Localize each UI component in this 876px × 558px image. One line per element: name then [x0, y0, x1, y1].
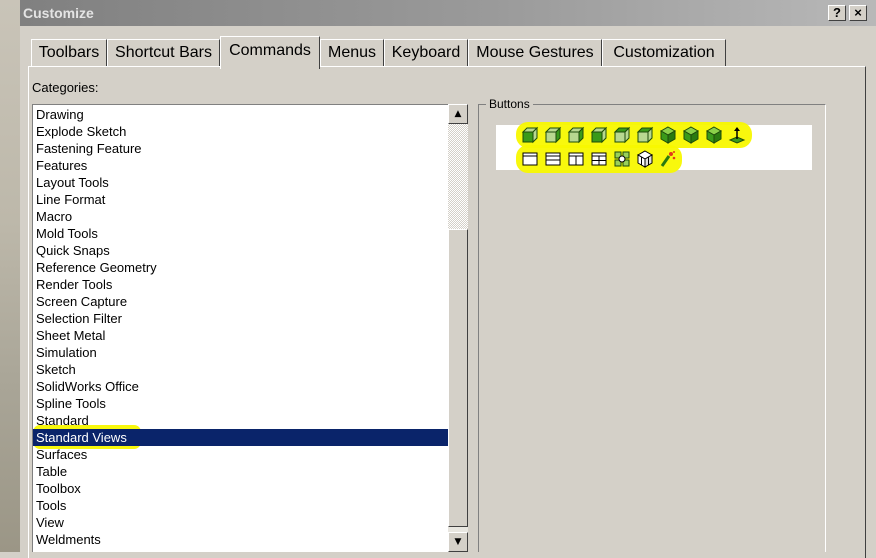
category-item[interactable]: Line Format [33, 191, 468, 208]
help-button[interactable]: ? [828, 5, 846, 21]
category-item[interactable]: Sheet Metal [33, 327, 468, 344]
category-item[interactable]: Reference Geometry [33, 259, 468, 276]
normal-to-icon[interactable] [728, 126, 746, 144]
category-item[interactable]: Features [33, 157, 468, 174]
tab-menus[interactable]: Menus [320, 39, 384, 67]
scroll-track[interactable] [448, 124, 468, 229]
link-views-icon[interactable] [613, 150, 631, 168]
category-item[interactable]: Surfaces [33, 446, 468, 463]
category-item-selected[interactable]: Standard Views [33, 429, 468, 446]
tab-keyboard[interactable]: Keyboard [384, 39, 468, 67]
dimetric-view-icon[interactable] [705, 126, 723, 144]
categories-label: Categories: [32, 80, 99, 95]
category-item[interactable]: Macro [33, 208, 468, 225]
left-view-icon[interactable] [567, 126, 585, 144]
category-item[interactable]: Selection Filter [33, 310, 468, 327]
tab-mouse-gestures[interactable]: Mouse Gestures [468, 39, 602, 67]
two-view-horizontal-icon[interactable] [544, 150, 562, 168]
desktop-background [0, 0, 20, 552]
category-item[interactable]: Layout Tools [33, 174, 468, 191]
category-item[interactable]: Render Tools [33, 276, 468, 293]
category-item[interactable]: SolidWorks Office [33, 378, 468, 395]
categories-scrollbar[interactable]: ▲ ▼ [448, 104, 468, 552]
top-view-icon[interactable] [613, 126, 631, 144]
title-bar: Customize ? × [20, 0, 876, 26]
category-item[interactable]: Sketch [33, 361, 468, 378]
tab-toolbars[interactable]: Toolbars [31, 39, 107, 67]
view-orientation-wand-icon[interactable] [659, 150, 677, 168]
two-view-vertical-icon[interactable] [567, 150, 585, 168]
trimetric-view-icon[interactable] [682, 126, 700, 144]
tab-commands[interactable]: Commands [220, 36, 320, 69]
scroll-up-button[interactable]: ▲ [448, 104, 468, 124]
category-item[interactable]: Table [33, 463, 468, 480]
buttons-group-label: Buttons [486, 97, 533, 111]
bottom-view-icon[interactable] [636, 126, 654, 144]
tab-customization[interactable]: Customization [602, 39, 726, 67]
category-item[interactable]: Weldments [33, 531, 468, 548]
scroll-thumb[interactable] [448, 229, 468, 527]
category-item[interactable]: Drawing [33, 106, 468, 123]
single-view-icon[interactable] [521, 150, 539, 168]
view-selector-icon[interactable] [636, 150, 654, 168]
scroll-down-button[interactable]: ▼ [448, 532, 468, 552]
category-item[interactable]: Spline Tools [33, 395, 468, 412]
category-item[interactable]: Screen Capture [33, 293, 468, 310]
back-view-icon[interactable] [544, 126, 562, 144]
category-item[interactable]: Mold Tools [33, 225, 468, 242]
category-item[interactable]: Quick Snaps [33, 242, 468, 259]
close-button[interactable]: × [849, 5, 867, 21]
tab-shortcut-bars[interactable]: Shortcut Bars [107, 39, 220, 67]
category-item[interactable]: Explode Sketch [33, 123, 468, 140]
category-item[interactable]: Tools [33, 497, 468, 514]
window-title: Customize [23, 5, 94, 21]
category-item[interactable]: Simulation [33, 344, 468, 361]
four-view-icon[interactable] [590, 150, 608, 168]
category-item[interactable]: Toolbox [33, 480, 468, 497]
right-view-icon[interactable] [590, 126, 608, 144]
isometric-view-icon[interactable] [659, 126, 677, 144]
category-item[interactable]: View [33, 514, 468, 531]
categories-list[interactable]: Drawing Explode Sketch Fastening Feature Fe… [32, 104, 468, 552]
buttons-area [496, 122, 812, 173]
category-item[interactable]: Fastening Feature [33, 140, 468, 157]
category-item[interactable]: Standard [33, 412, 468, 429]
tab-strip: Toolbars Shortcut Bars Commands Menus Ke… [20, 36, 876, 69]
front-view-icon[interactable] [521, 126, 539, 144]
